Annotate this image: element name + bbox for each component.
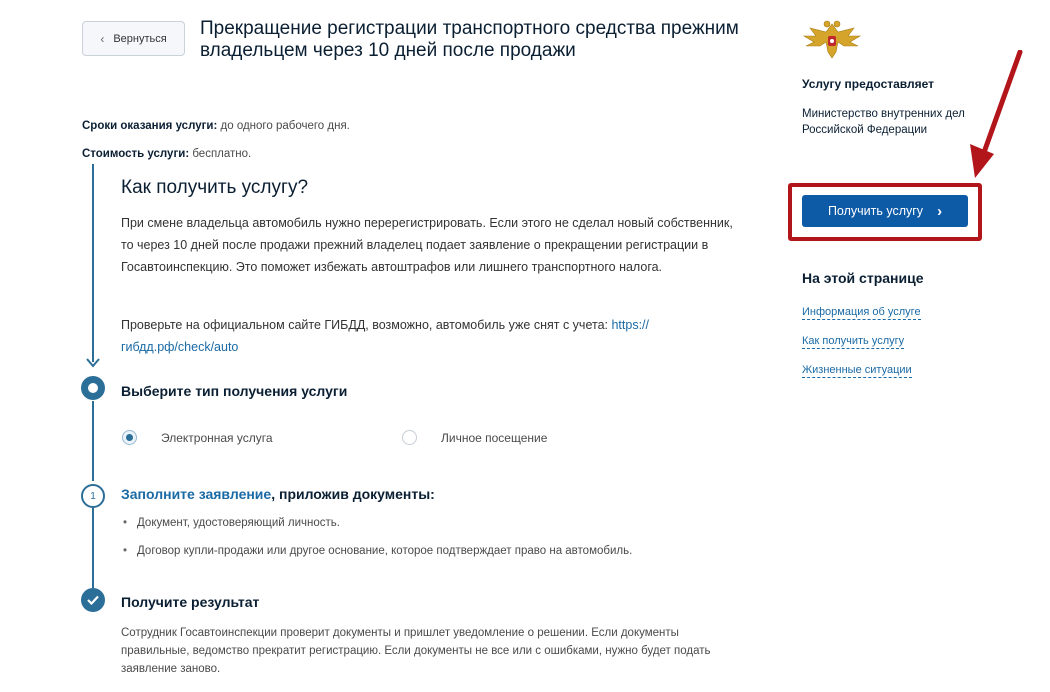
provider-label: Услугу предоставляет — [802, 77, 935, 91]
check-text: Проверьте на официальном сайте ГИБДД, во… — [121, 318, 612, 332]
documents-list: Документ, удостоверяющий личность. Догов… — [121, 515, 632, 571]
back-button-label: Вернуться — [113, 32, 167, 45]
timeline-line — [92, 401, 94, 481]
russian-eagle-emblem-icon — [802, 20, 862, 59]
radio-personal-visit[interactable]: Личное посещение — [402, 430, 547, 445]
get-service-button[interactable]: Получить услугу › — [802, 195, 968, 227]
step-number-marker: 1 — [81, 484, 105, 508]
list-item: Договор купли-продажи или другое основан… — [121, 543, 632, 571]
chevron-left-icon: ‹ — [100, 31, 105, 46]
on-this-page-heading: На этой странице — [802, 270, 924, 286]
nav-link-how-to-get[interactable]: Как получить услугу — [802, 334, 905, 349]
radio-electronic-service[interactable]: Электронная услуга — [122, 430, 273, 445]
timeline-line — [92, 164, 94, 362]
nav-link-service-info[interactable]: Информация об услуге — [802, 305, 921, 320]
terms-label: Сроки оказания услуги: — [82, 120, 218, 132]
step2-rest: , приложив документы: — [271, 486, 435, 502]
chevron-right-icon: › — [937, 202, 943, 220]
step-fill-application-heading: Заполните заявление, приложив документы: — [121, 486, 435, 502]
service-cost: Стоимость услуги: бесплатно. — [82, 148, 251, 160]
how-to-get-heading: Как получить услугу? — [121, 177, 309, 198]
radio-personal-label: Личное посещение — [441, 430, 548, 445]
red-arrow-annotation — [970, 50, 1023, 178]
fill-application-link[interactable]: Заполните заявление — [121, 486, 271, 502]
list-item: Документ, удостоверяющий личность. — [121, 515, 632, 543]
cost-value: бесплатно. — [189, 148, 252, 160]
nav-link-life-situations[interactable]: Жизненные ситуации — [802, 363, 912, 378]
check-paragraph: Проверьте на официальном сайте ГИБДД, во… — [121, 314, 741, 358]
radio-electronic-label: Электронная услуга — [161, 430, 273, 445]
service-terms: Сроки оказания услуги: до одного рабочег… — [82, 120, 350, 132]
how-to-get-description: При смене владельца автомобиль нужно пер… — [121, 216, 733, 274]
get-service-label: Получить услугу — [827, 204, 924, 218]
back-button[interactable]: ‹ Вернуться — [82, 21, 185, 56]
terms-value: до одного рабочего дня. — [217, 120, 350, 132]
cost-label: Стоимость услуги: — [82, 148, 190, 160]
check-icon — [81, 588, 105, 612]
page-title: Прекращение регистрации транспортного ср… — [200, 18, 739, 61]
timeline-arrow-icon — [86, 358, 100, 368]
radio-unchecked-icon — [402, 430, 417, 445]
result-description: Сотрудник Госавтоинспекции проверит доку… — [121, 627, 711, 675]
step-choose-type-heading: Выберите тип получения услуги — [121, 383, 348, 399]
step-get-result-heading: Получите результат — [121, 594, 260, 610]
timeline-line — [92, 508, 94, 588]
step-current-marker — [81, 376, 105, 400]
radio-checked-icon — [122, 430, 137, 445]
